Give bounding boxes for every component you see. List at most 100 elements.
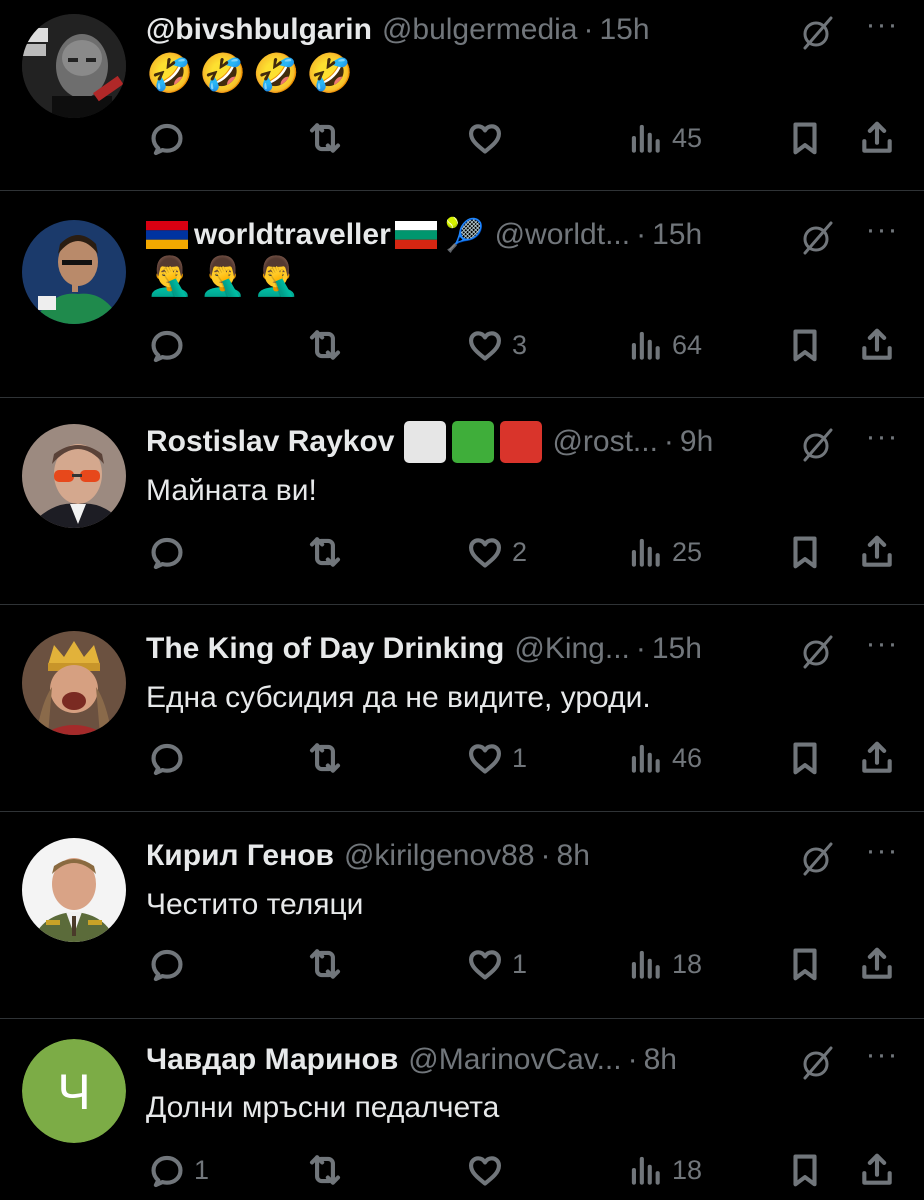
handle[interactable]: @King... — [514, 632, 630, 666]
heart-icon — [466, 326, 504, 364]
more-icon[interactable]: ··· — [862, 10, 902, 54]
share-button[interactable] — [858, 118, 896, 158]
like-button[interactable] — [466, 1150, 512, 1190]
timestamp[interactable]: 15h — [600, 13, 650, 47]
reply-button[interactable] — [148, 325, 194, 365]
views-icon — [626, 533, 664, 571]
reply-icon — [148, 1151, 186, 1189]
grok-icon[interactable] — [796, 10, 840, 54]
handle[interactable]: @MarinovCav... — [408, 1043, 621, 1077]
timestamp[interactable]: 8h — [557, 839, 590, 873]
timestamp[interactable]: 8h — [644, 1043, 677, 1077]
reply-button[interactable] — [148, 118, 194, 158]
bookmark-button[interactable] — [786, 532, 824, 572]
armenia-flag-icon — [146, 221, 188, 249]
handle[interactable]: @kirilgenov88 — [344, 839, 535, 873]
tweet-text: Долни мръсни педалчета — [146, 1091, 500, 1124]
more-icon[interactable]: ··· — [862, 422, 902, 466]
grok-icon[interactable] — [796, 629, 840, 673]
views-button[interactable]: 46 — [626, 738, 702, 778]
grok-icon[interactable] — [796, 422, 840, 466]
bookmark-icon — [786, 739, 824, 777]
share-icon — [858, 1151, 896, 1189]
grok-icon[interactable] — [796, 1040, 840, 1084]
share-button[interactable] — [858, 325, 896, 365]
tweet-4[interactable]: Кирил Генов @kirilgenov88 · 8h ··· Чести… — [0, 812, 924, 1018]
white-square-icon — [404, 421, 447, 463]
timestamp[interactable]: 15h — [652, 632, 702, 666]
tweet-header: The King of Day Drinking @King... · 15h — [146, 627, 766, 671]
views-count: 45 — [672, 122, 703, 153]
tweet-2[interactable]: Rostislav Raykov @rost... · 9h ··· Майна… — [0, 398, 924, 604]
like-button[interactable] — [466, 118, 512, 158]
share-icon — [858, 739, 896, 777]
display-name[interactable]: Чавдар Маринов — [146, 1043, 398, 1077]
display-name[interactable]: worldtraveller — [194, 218, 391, 252]
avatar[interactable] — [22, 220, 126, 324]
views-button[interactable]: 64 — [626, 325, 702, 365]
repost-button[interactable] — [306, 118, 352, 158]
handle[interactable]: @worldt... — [495, 218, 630, 252]
more-icon[interactable]: ··· — [862, 215, 902, 259]
reply-button[interactable] — [148, 532, 194, 572]
timestamp[interactable]: 9h — [680, 425, 713, 459]
more-icon[interactable]: ··· — [862, 629, 902, 673]
avatar[interactable]: Ч — [22, 1039, 126, 1143]
reply-icon — [148, 945, 186, 983]
avatar[interactable] — [22, 631, 126, 735]
display-name[interactable]: Кирил Генов — [146, 839, 334, 873]
tweet-text: Една субсидия да не видите, уроди. — [146, 681, 651, 714]
bookmark-button[interactable] — [786, 1150, 824, 1190]
like-button[interactable]: 3 — [466, 325, 527, 365]
heart-icon — [466, 945, 504, 983]
bookmark-icon — [786, 1151, 824, 1189]
views-button[interactable]: 18 — [626, 1150, 702, 1190]
reply-button[interactable]: 1 — [148, 1150, 209, 1190]
avatar[interactable] — [22, 838, 126, 942]
like-button[interactable]: 1 — [466, 944, 527, 984]
like-count: 1 — [512, 742, 528, 773]
repost-button[interactable] — [306, 738, 352, 778]
divider — [0, 1018, 924, 1019]
views-button[interactable]: 25 — [626, 532, 702, 572]
repost-button[interactable] — [306, 325, 352, 365]
tweet-0[interactable]: @bivshbulgarin @bulgermedia · 15h ··· 🤣🤣… — [0, 0, 924, 190]
views-button[interactable]: 18 — [626, 944, 702, 984]
timestamp[interactable]: 15h — [652, 218, 702, 252]
share-button[interactable] — [858, 738, 896, 778]
reply-button[interactable] — [148, 944, 194, 984]
red-square-icon — [500, 421, 543, 463]
grok-icon[interactable] — [796, 215, 840, 259]
handle[interactable]: @rost... — [552, 425, 657, 459]
more-icon[interactable]: ··· — [862, 1040, 902, 1084]
tweet-text: 🤣🤣🤣🤣 — [146, 53, 360, 95]
green-square-icon — [452, 421, 495, 463]
grok-icon[interactable] — [796, 836, 840, 880]
repost-button[interactable] — [306, 944, 352, 984]
reply-icon — [148, 533, 186, 571]
like-button[interactable]: 2 — [466, 532, 527, 572]
display-name[interactable]: @bivshbulgarin — [146, 13, 372, 47]
tweet-header: @bivshbulgarin @bulgermedia · 15h — [146, 8, 766, 52]
like-button[interactable]: 1 — [466, 738, 527, 778]
repost-button[interactable] — [306, 1150, 352, 1190]
reply-button[interactable] — [148, 738, 194, 778]
handle[interactable]: @bulgermedia — [382, 13, 578, 47]
repost-icon — [306, 945, 344, 983]
bookmark-button[interactable] — [786, 738, 824, 778]
repost-button[interactable] — [306, 532, 352, 572]
bookmark-button[interactable] — [786, 118, 824, 158]
avatar[interactable] — [22, 424, 126, 528]
more-icon[interactable]: ··· — [862, 836, 902, 880]
share-button[interactable] — [858, 1150, 896, 1190]
tweet-1[interactable]: worldtraveller 🎾 @worldt... · 15h ··· 🤦‍… — [0, 191, 924, 397]
share-button[interactable] — [858, 532, 896, 572]
bookmark-button[interactable] — [786, 325, 824, 365]
tweet-3[interactable]: The King of Day Drinking @King... · 15h … — [0, 605, 924, 811]
bookmark-button[interactable] — [786, 944, 824, 984]
display-name[interactable]: The King of Day Drinking — [146, 632, 504, 666]
share-button[interactable] — [858, 944, 896, 984]
avatar[interactable] — [22, 14, 126, 118]
display-name[interactable]: Rostislav Raykov — [146, 425, 394, 459]
views-button[interactable]: 45 — [626, 118, 702, 158]
